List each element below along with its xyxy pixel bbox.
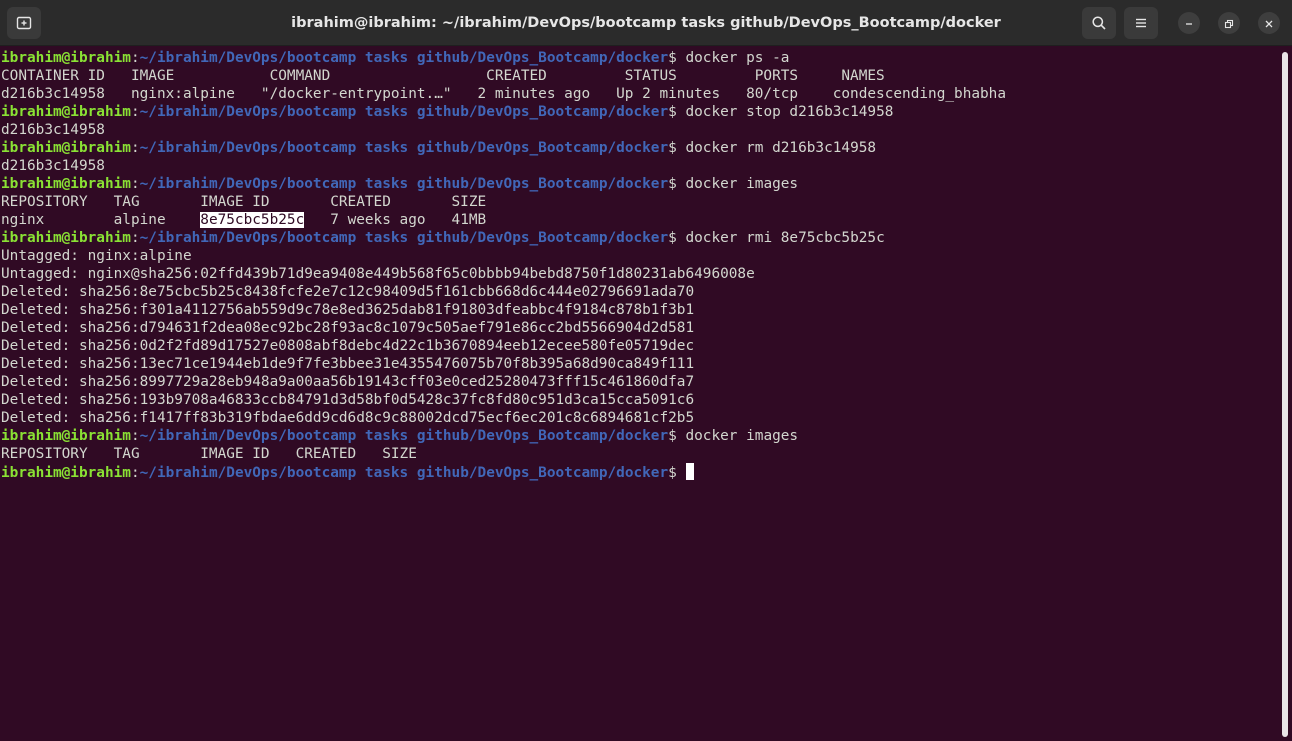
prompt-dollar: $	[668, 465, 686, 481]
output-line: Deleted: sha256:f301a4112756ab559d9c78e8…	[1, 302, 695, 318]
prompt-dollar: $	[668, 140, 686, 156]
maximize-button[interactable]	[1218, 12, 1240, 34]
prompt-line: ibrahim@ibrahim:~/ibrahim/DevOps/bootcam…	[1, 103, 1276, 121]
prompt-path: ~/ibrahim/DevOps/bootcamp tasks github/D…	[139, 104, 669, 120]
command-text: docker rm d216b3c14958	[685, 140, 877, 156]
new-tab-button[interactable]	[7, 7, 41, 39]
text-cursor	[686, 463, 695, 480]
new-tab-icon	[16, 15, 32, 31]
output-line: Deleted: sha256:13ec71ce1944eb1de9f7fe3b…	[1, 356, 695, 372]
prompt-dollar: $	[668, 428, 686, 444]
prompt-path: ~/ibrahim/DevOps/bootcamp tasks github/D…	[139, 176, 669, 192]
output-line: Deleted: sha256:0d2f2fd89d17527e0808abf8…	[1, 338, 695, 354]
minimize-button[interactable]	[1178, 12, 1200, 34]
title-bar: ibrahim@ibrahim: ~/ibrahim/DevOps/bootca…	[0, 0, 1292, 46]
prompt-line: ibrahim@ibrahim:~/ibrahim/DevOps/bootcam…	[1, 175, 1276, 193]
output-line: Deleted: sha256:d794631f2dea08ec92bc28f9…	[1, 320, 695, 336]
prompt-user: ibrahim@ibrahim	[1, 104, 131, 120]
output-line: CONTAINER ID IMAGE COMMAND CREATED STATU…	[1, 68, 885, 84]
prompt-path: ~/ibrahim/DevOps/bootcamp tasks github/D…	[139, 140, 669, 156]
prompt-colon: :	[130, 140, 140, 156]
output-line: d216b3c14958	[1, 158, 105, 174]
output-line: d216b3c14958	[1, 122, 105, 138]
output-line: Untagged: nginx@sha256:02ffd439b71d9ea94…	[1, 266, 755, 282]
prompt-dollar: $	[668, 230, 686, 246]
output-line: nginx alpine 8e75cbc5b25c 7 weeks ago 41…	[1, 211, 1276, 229]
terminal-output[interactable]: ibrahim@ibrahim:~/ibrahim/DevOps/bootcam…	[1, 49, 1276, 739]
output-line: Deleted: sha256:193b9708a46833ccb84791d3…	[1, 392, 695, 408]
search-icon	[1091, 15, 1107, 31]
prompt-dollar: $	[668, 176, 686, 192]
prompt-path: ~/ibrahim/DevOps/bootcamp tasks github/D…	[139, 230, 669, 246]
prompt-path: ~/ibrahim/DevOps/bootcamp tasks github/D…	[139, 465, 669, 481]
maximize-icon	[1224, 14, 1234, 33]
prompt-user: ibrahim@ibrahim	[1, 176, 131, 192]
output-line: REPOSITORY TAG IMAGE ID CREATED SIZE	[1, 194, 487, 210]
prompt-line: ibrahim@ibrahim:~/ibrahim/DevOps/bootcam…	[1, 49, 1276, 67]
image-row-text: nginx alpine	[1, 212, 201, 228]
command-text: docker rmi 8e75cbc5b25c	[685, 230, 885, 246]
output-line: Deleted: sha256:f1417ff83b319fbdae6dd9cd…	[1, 410, 695, 426]
current-prompt-line[interactable]: ibrahim@ibrahim:~/ibrahim/DevOps/bootcam…	[1, 463, 1276, 481]
command-text: docker stop d216b3c14958	[685, 104, 894, 120]
prompt-colon: :	[130, 230, 140, 246]
minimize-icon	[1184, 14, 1194, 33]
close-button[interactable]	[1258, 12, 1280, 34]
selected-image-id[interactable]: 8e75cbc5b25c	[200, 212, 305, 228]
prompt-colon: :	[130, 104, 140, 120]
prompt-colon: :	[130, 50, 140, 66]
image-row-text: 7 weeks ago 41MB	[304, 212, 487, 228]
prompt-user: ibrahim@ibrahim	[1, 230, 131, 246]
menu-button[interactable]	[1124, 7, 1158, 39]
command-text: docker images	[685, 428, 799, 444]
prompt-line: ibrahim@ibrahim:~/ibrahim/DevOps/bootcam…	[1, 427, 1276, 445]
output-line: Untagged: nginx:alpine	[1, 248, 192, 264]
prompt-path: ~/ibrahim/DevOps/bootcamp tasks github/D…	[139, 50, 669, 66]
prompt-dollar: $	[668, 104, 686, 120]
search-button[interactable]	[1082, 7, 1116, 39]
prompt-dollar: $	[668, 50, 686, 66]
scrollbar[interactable]	[1282, 52, 1288, 737]
close-icon	[1264, 14, 1274, 33]
prompt-user: ibrahim@ibrahim	[1, 50, 131, 66]
prompt-colon: :	[130, 176, 140, 192]
prompt-line: ibrahim@ibrahim:~/ibrahim/DevOps/bootcam…	[1, 229, 1276, 247]
output-line: d216b3c14958 nginx:alpine "/docker-entry…	[1, 86, 1007, 102]
prompt-user: ibrahim@ibrahim	[1, 428, 131, 444]
output-line: Deleted: sha256:8e75cbc5b25c8438fcfe2e7c…	[1, 284, 695, 300]
prompt-path: ~/ibrahim/DevOps/bootcamp tasks github/D…	[139, 428, 669, 444]
output-line: REPOSITORY TAG IMAGE ID CREATED SIZE	[1, 446, 417, 462]
prompt-line: ibrahim@ibrahim:~/ibrahim/DevOps/bootcam…	[1, 139, 1276, 157]
command-text: docker ps -a	[685, 50, 790, 66]
terminal-window: ibrahim@ibrahim: ~/ibrahim/DevOps/bootca…	[0, 0, 1292, 741]
prompt-user: ibrahim@ibrahim	[1, 140, 131, 156]
prompt-colon: :	[130, 465, 140, 481]
output-line: Deleted: sha256:8997729a28eb948a9a00aa56…	[1, 374, 695, 390]
prompt-colon: :	[130, 428, 140, 444]
prompt-user: ibrahim@ibrahim	[1, 465, 131, 481]
command-text: docker images	[685, 176, 799, 192]
hamburger-menu-icon	[1133, 15, 1149, 31]
